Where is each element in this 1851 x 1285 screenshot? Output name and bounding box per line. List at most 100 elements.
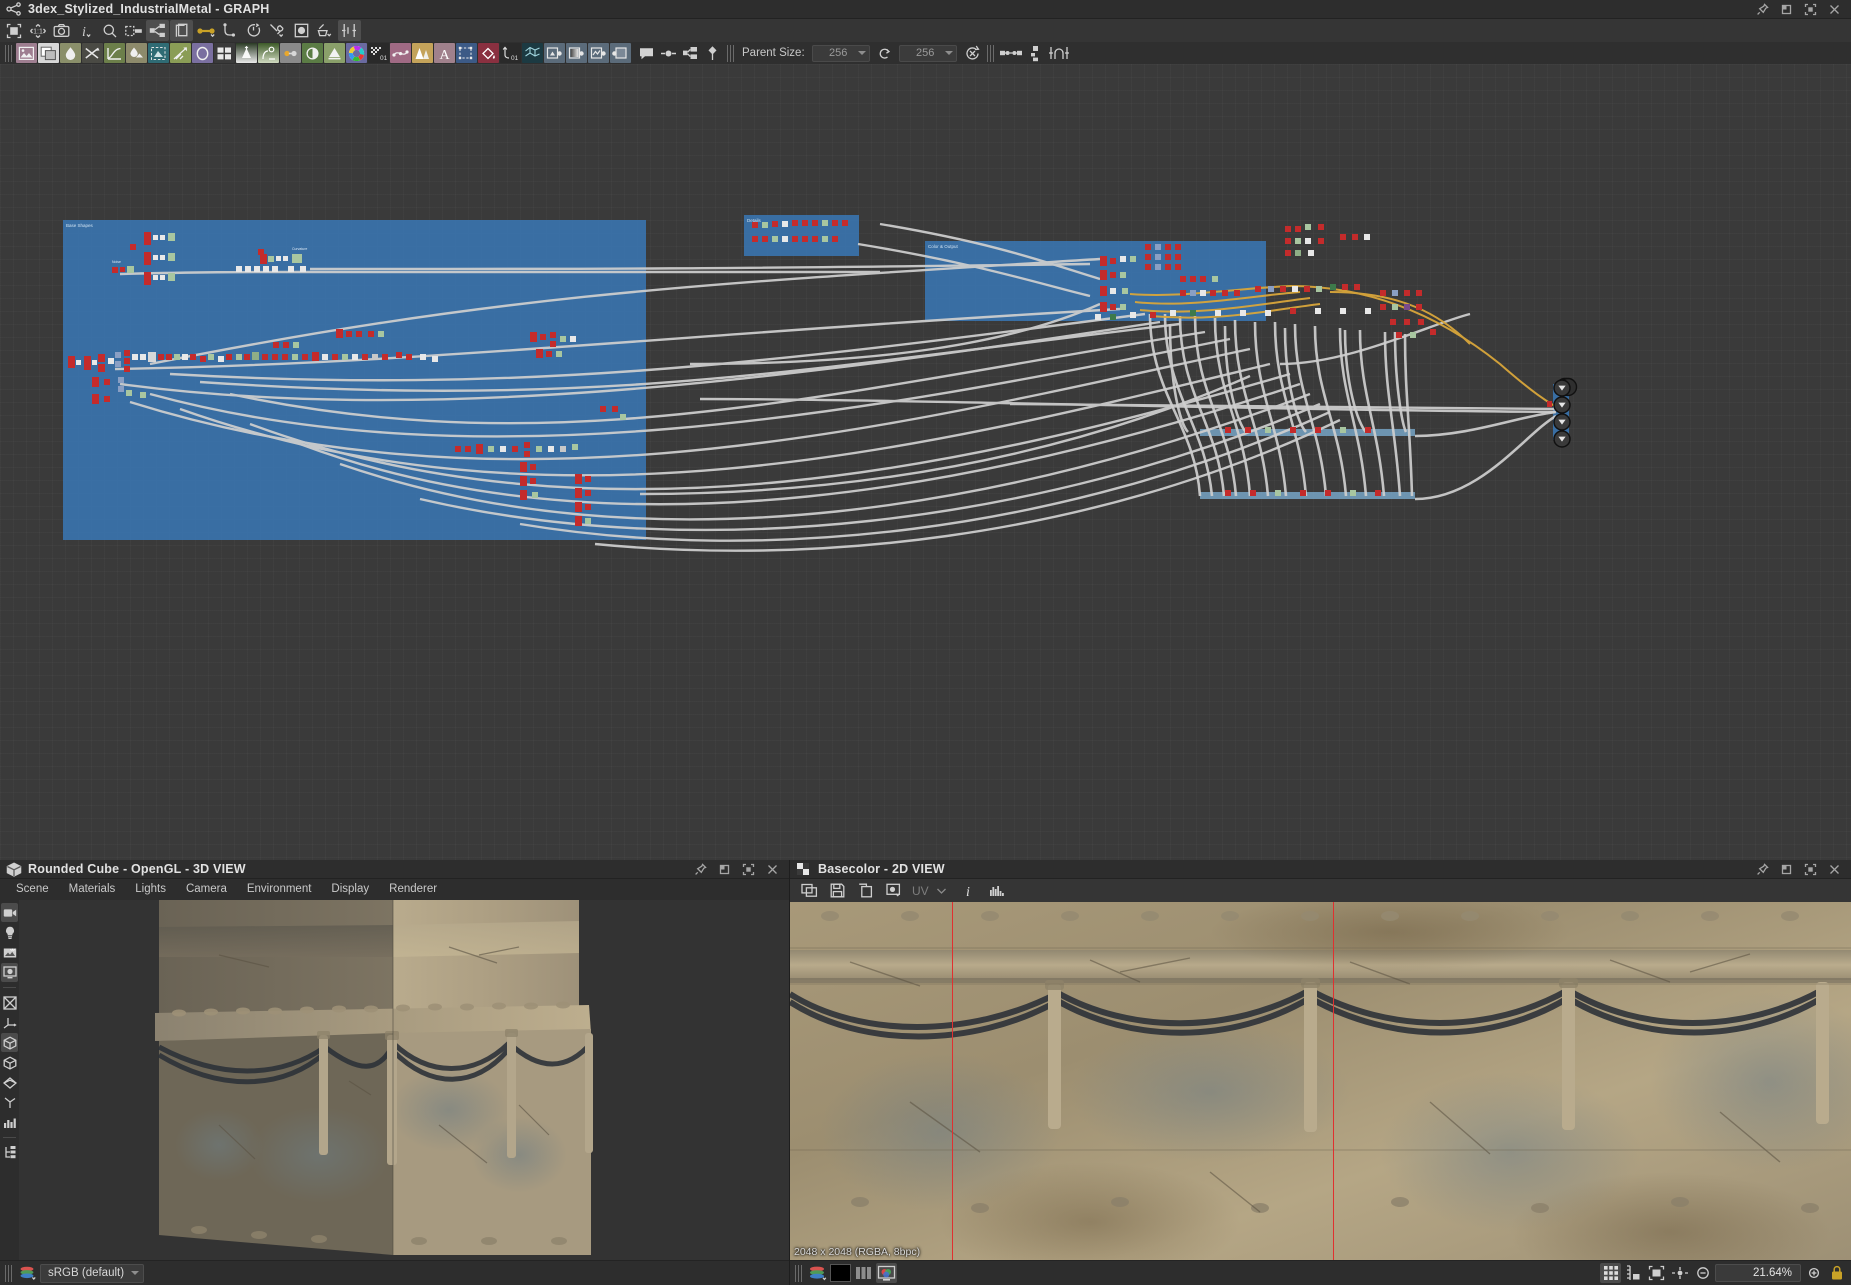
scene-tree-icon[interactable]: [1, 1143, 18, 1162]
environment-tool-icon[interactable]: [1, 943, 18, 962]
node-flood-fill[interactable]: [478, 43, 499, 63]
flat-shading-icon[interactable]: [1, 1073, 18, 1092]
display-rgb-icon[interactable]: [876, 1263, 897, 1283]
node-hsl[interactable]: [346, 43, 367, 63]
graph-canvas[interactable]: Base Shapes Details Color & Output: [0, 64, 1851, 860]
maximize-icon[interactable]: [742, 863, 755, 876]
preview-icon[interactable]: [290, 20, 313, 41]
pan-icon[interactable]: [1669, 1263, 1690, 1283]
toolbar-grip[interactable]: [5, 45, 12, 62]
fit-view-icon[interactable]: [2, 20, 25, 41]
node-curve[interactable]: [104, 43, 125, 63]
graph-layout-icon[interactable]: [146, 20, 169, 41]
menu-materials[interactable]: Materials: [59, 879, 126, 900]
node-gradient[interactable]: [236, 43, 257, 63]
node-blend[interactable]: [302, 43, 323, 63]
node-warp[interactable]: [148, 43, 169, 63]
view3d-canvas[interactable]: [19, 900, 789, 1260]
cleanup-icon[interactable]: [314, 20, 337, 41]
pin-icon[interactable]: [694, 863, 707, 876]
node-directional-warp[interactable]: [82, 43, 103, 63]
parent-size-width-select[interactable]: 256: [812, 45, 870, 62]
node-directional-motion[interactable]: [170, 43, 191, 63]
node-bitmap[interactable]: [16, 43, 37, 63]
normals-icon[interactable]: [1, 1093, 18, 1112]
zoom-in-icon[interactable]: [1803, 1263, 1824, 1283]
statusbar-grip[interactable]: [5, 1265, 12, 1282]
tools-icon[interactable]: [266, 20, 289, 41]
fit-image-icon[interactable]: [1646, 1263, 1667, 1283]
menu-scene[interactable]: Scene: [6, 879, 59, 900]
close-icon[interactable]: [766, 863, 779, 876]
node-safe-transform[interactable]: 01: [500, 43, 521, 63]
node-tile-generator[interactable]: [214, 43, 235, 63]
settings-tool-icon[interactable]: [1, 963, 18, 982]
statusbar-grip-2d[interactable]: [795, 1265, 802, 1282]
maximize-icon[interactable]: [1804, 863, 1817, 876]
distribute-icon[interactable]: [1025, 43, 1046, 63]
zoom-1-1-icon[interactable]: 1:1: [26, 20, 49, 41]
histogram-icon[interactable]: [986, 880, 1009, 901]
polyline-icon[interactable]: [218, 20, 241, 41]
frame-icon[interactable]: [680, 43, 701, 63]
restore-icon[interactable]: [1780, 3, 1793, 16]
node-svg[interactable]: [38, 43, 59, 63]
axis-tool-icon[interactable]: [1, 1013, 18, 1032]
restore-icon[interactable]: [1780, 863, 1793, 876]
connector-icon[interactable]: [194, 20, 217, 41]
link-nodes-icon[interactable]: [998, 43, 1024, 63]
node-link-icon[interactable]: [122, 20, 145, 41]
menu-environment[interactable]: Environment: [237, 879, 322, 900]
grid-toggle-icon[interactable]: [1600, 1263, 1621, 1283]
node-normal[interactable]: [522, 43, 543, 63]
reset-size-icon[interactable]: [962, 43, 983, 63]
node-input-value[interactable]: [588, 43, 609, 63]
light-tool-icon[interactable]: [1, 923, 18, 942]
lock-icon[interactable]: [1826, 1263, 1847, 1283]
search-icon[interactable]: [98, 20, 121, 41]
grid-tool-icon[interactable]: [1, 993, 18, 1012]
wireframe-cube-icon[interactable]: [1, 1053, 18, 1072]
restore-icon[interactable]: [718, 863, 731, 876]
camera-tool-icon[interactable]: [1, 903, 18, 922]
colorspace-layers-icon[interactable]: [807, 1263, 828, 1283]
toolbar-grip-3[interactable]: [987, 45, 994, 62]
menu-camera[interactable]: Camera: [176, 879, 237, 900]
colorspace-icon[interactable]: [17, 1263, 38, 1283]
save-icon[interactable]: [826, 880, 849, 901]
uv-chevron-icon[interactable]: [936, 882, 947, 900]
menu-renderer[interactable]: Renderer: [379, 879, 447, 900]
black-swatch[interactable]: [830, 1264, 851, 1282]
align-icon[interactable]: [338, 20, 361, 41]
zoom-level-input[interactable]: 21.64%: [1715, 1264, 1801, 1282]
copy-icon[interactable]: [854, 880, 877, 901]
close-icon[interactable]: [1828, 3, 1841, 16]
ruler-icon[interactable]: [1623, 1263, 1644, 1283]
toolbar-grip-2[interactable]: [727, 45, 734, 62]
node-dither[interactable]: 01: [368, 43, 389, 63]
node-transform-2d[interactable]: [456, 43, 477, 63]
node-text[interactable]: A: [434, 43, 455, 63]
timer-icon[interactable]: [242, 20, 265, 41]
shaded-cube-icon[interactable]: [1, 1033, 18, 1052]
menu-lights[interactable]: Lights: [125, 879, 176, 900]
colorspace-select[interactable]: sRGB (default): [40, 1264, 144, 1283]
pin-icon[interactable]: [1756, 863, 1769, 876]
node-levels[interactable]: [324, 43, 345, 63]
navigation-pin-icon[interactable]: [702, 43, 723, 63]
node-shape[interactable]: [192, 43, 213, 63]
layers-icon[interactable]: [170, 20, 193, 41]
view2d-canvas[interactable]: 2048 x 2048 (RGBA, 8bpc): [790, 902, 1851, 1260]
maximize-icon[interactable]: [1804, 3, 1817, 16]
node-slope-blur[interactable]: [126, 43, 147, 63]
parent-size-height-select[interactable]: 256: [899, 45, 957, 62]
close-icon[interactable]: [1828, 863, 1841, 876]
histogram-icon[interactable]: [1, 1113, 18, 1132]
comment-icon[interactable]: [636, 43, 657, 63]
lock-ratio-icon[interactable]: [874, 43, 895, 63]
node-gradient-map[interactable]: [412, 43, 433, 63]
node-input-color[interactable]: [544, 43, 565, 63]
channels-icon[interactable]: [853, 1263, 874, 1283]
node-uniform-color[interactable]: [280, 43, 301, 63]
node-output[interactable]: [610, 43, 631, 63]
